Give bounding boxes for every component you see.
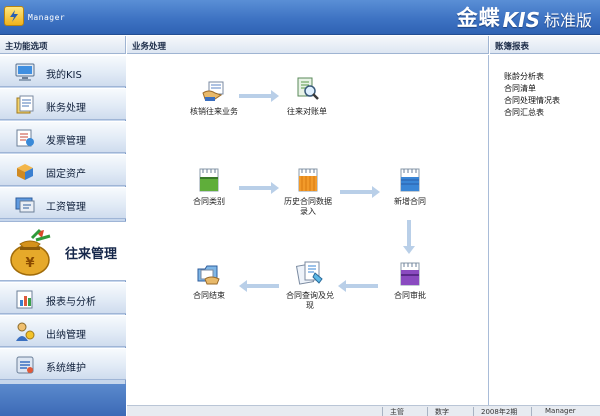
sidebar-item-receivables-active[interactable]: ¥ 往来管理 xyxy=(0,221,126,281)
flow-node-new-contract[interactable]: 新增合同 xyxy=(385,167,435,207)
orange-binder-icon xyxy=(298,168,318,192)
sidebar-item-invoice[interactable]: 发票管理 xyxy=(0,121,126,153)
report-link-contract-status[interactable]: 合同处理情况表 xyxy=(504,95,560,106)
invoice-icon xyxy=(14,127,36,149)
sidebar-item-label: 账务处理 xyxy=(46,103,86,114)
sidebar-item-label: 报表与分析 xyxy=(46,297,96,308)
sidebar-item-system[interactable]: 系统维护 xyxy=(0,348,126,380)
status-separator xyxy=(531,407,532,416)
report-link-contract-list[interactable]: 合同清单 xyxy=(504,83,536,94)
sidebar-item-label: 系统维护 xyxy=(46,363,86,374)
sidebar-header: 主功能选项 xyxy=(0,36,126,54)
sidebar-item-label: 我的KIS xyxy=(46,70,82,81)
flow-node-label-line2: 现 xyxy=(306,301,314,310)
money-bag-icon: ¥ xyxy=(6,228,58,282)
flow-node-approve[interactable]: 合同审批 xyxy=(385,261,435,301)
documents-stack-icon xyxy=(295,261,323,285)
brand-kis: KIS xyxy=(502,8,540,32)
report-link-aging[interactable]: 账龄分析表 xyxy=(504,71,544,82)
right-header: 账簿报表 xyxy=(490,36,600,54)
flow-node-label: 核销往来业务 xyxy=(190,107,238,116)
sidebar-item-fixed-assets[interactable]: 固定资产 xyxy=(0,154,126,186)
sidebar: 我的KIS 账务处理 发票管理 固定资产 工资管理 ¥ 往来管理 报表与分析 出… xyxy=(0,55,126,416)
reports-panel: 账龄分析表 合同清单 合同处理情况表 合同汇总表 xyxy=(490,55,600,405)
magnifier-document-icon xyxy=(297,77,319,100)
flow-node-history-entry[interactable]: 历史合同数据 录入 xyxy=(275,167,341,217)
flow-node-contract-type[interactable]: 合同类别 xyxy=(184,167,234,207)
brand-main: 金蝶 xyxy=(456,6,501,30)
status-bar: 主管 数字 2008年2期 Manager xyxy=(127,405,600,416)
svg-text:¥: ¥ xyxy=(25,256,34,271)
monitor-icon xyxy=(14,61,36,83)
report-link-contract-summary[interactable]: 合同汇总表 xyxy=(504,107,544,118)
green-binder-icon xyxy=(199,168,219,192)
sidebar-item-label: 出纳管理 xyxy=(46,330,86,341)
flow-node-statement[interactable]: 往来对账单 xyxy=(277,75,337,117)
salary-icon xyxy=(14,193,36,215)
report-icon xyxy=(14,288,36,310)
flow-node-label: 往来对账单 xyxy=(287,107,327,116)
sidebar-item-my-kis[interactable]: 我的KIS xyxy=(0,55,126,87)
status-user: Manager xyxy=(545,407,576,415)
sidebar-active-label: 往来管理 xyxy=(65,247,118,262)
status-input-mode: 数字 xyxy=(435,408,449,416)
window-title: Manager xyxy=(28,13,66,22)
folder-hand-icon xyxy=(197,265,220,285)
flow-node-label: 新增合同 xyxy=(394,197,426,206)
status-period: 2008年2期 xyxy=(481,408,518,416)
flow-node-label: 合同结束 xyxy=(193,291,225,300)
status-separator xyxy=(427,407,428,416)
brand-edition: 标准版 xyxy=(543,11,592,30)
flow-node-label: 合同类别 xyxy=(193,197,225,206)
flow-node-writeoff[interactable]: 核销往来业务 xyxy=(179,77,249,117)
app-lightning-icon xyxy=(4,6,24,26)
flow-node-query-fulfil[interactable]: 合同查询及兑 现 xyxy=(277,259,343,311)
status-user-mode: 主管 xyxy=(390,408,404,416)
status-separator xyxy=(382,407,383,416)
box-icon xyxy=(14,160,36,182)
status-separator xyxy=(473,407,474,416)
hand-document-icon xyxy=(202,81,224,101)
sidebar-item-label: 工资管理 xyxy=(46,202,86,213)
flow-node-label-line1: 合同查询及兑 xyxy=(286,291,334,300)
blue-binder-icon xyxy=(400,168,420,192)
cashier-icon xyxy=(14,321,36,343)
flow-node-label-line1: 历史合同数据 xyxy=(284,197,332,206)
settings-icon xyxy=(14,354,36,376)
flow-node-label-line2: 录入 xyxy=(300,207,316,216)
title-bar: Manager 金蝶 KIS 标准版 xyxy=(0,0,600,35)
flow-node-label: 合同审批 xyxy=(394,291,426,300)
business-flow-panel: 核销往来业务 往来对账单 合同类别 历史合同数据 录入 新增合同 合同审批 合同… xyxy=(127,55,489,405)
sidebar-item-salary[interactable]: 工资管理 xyxy=(0,187,126,219)
main-header: 业务处理 xyxy=(127,36,489,54)
sidebar-footer xyxy=(0,384,126,416)
sidebar-item-label: 固定资产 xyxy=(46,169,86,180)
ledger-icon xyxy=(14,94,36,116)
sidebar-item-label: 发票管理 xyxy=(46,136,86,147)
flow-node-close[interactable]: 合同结束 xyxy=(184,261,234,301)
purple-binder-icon xyxy=(400,262,420,286)
sidebar-item-cashier[interactable]: 出纳管理 xyxy=(0,315,126,347)
sidebar-item-reports[interactable]: 报表与分析 xyxy=(0,282,126,314)
sidebar-item-accounting[interactable]: 账务处理 xyxy=(0,88,126,120)
app-window: Manager 金蝶 KIS 标准版 主功能选项 业务处理 账簿报表 我的KIS… xyxy=(0,0,600,416)
brand-logo: 金蝶 KIS 标准版 xyxy=(457,4,592,32)
